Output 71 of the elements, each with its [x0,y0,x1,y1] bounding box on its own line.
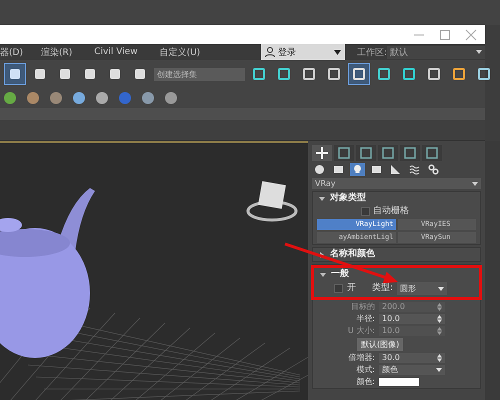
viewcube-drawing [246,181,298,222]
caret-icon [438,286,444,290]
param-label: 颜色: [355,377,375,387]
workspace-dropdown[interactable]: 默认 [387,46,485,58]
toolbar-icon[interactable] [348,63,370,85]
type-label: 类型: [372,283,394,294]
category-icon [409,164,420,175]
menu-item[interactable]: 自定义(U) [160,46,200,58]
menu-item[interactable]: 器(D) [0,46,23,58]
caret-icon [436,368,442,372]
category-tab[interactable] [331,163,346,176]
toolbar-icon[interactable] [26,91,40,105]
expand-icon[interactable] [320,272,326,278]
login-field[interactable]: 登录 [260,44,345,60]
toolbar-icon[interactable] [49,91,63,105]
checkbox[interactable] [361,207,370,216]
toolbar-icon[interactable] [141,91,155,105]
param-label: 模式: [355,365,375,375]
panel-tab[interactable] [400,145,420,161]
viewport[interactable] [0,141,308,400]
checkbox-label: 开 [347,283,356,294]
panel-tab[interactable] [378,145,398,161]
toolbar-icon[interactable] [3,91,17,105]
category-tab[interactable] [350,163,365,176]
category-tab[interactable] [369,163,384,176]
menu-item[interactable]: Civil View [94,47,138,57]
category-tab[interactable] [388,163,403,176]
selection-set-field[interactable]: 创建选择集 [154,68,245,80]
param-label: 半径: [355,314,375,324]
panel-tab[interactable] [356,145,376,161]
category-icon [352,164,363,175]
rollout-title[interactable]: 对象类型 [330,193,366,204]
checkbox-label: 自动栅格 [373,206,409,217]
mode-dropdown[interactable]: 颜色 [379,365,445,375]
type-dropdown[interactable]: 圆形 [397,282,448,295]
expand-icon[interactable] [319,196,325,202]
param-label: U 大小: [346,326,375,336]
rollout-title[interactable]: 名称和颜色 [330,249,375,260]
param-label: 目标的 [350,302,375,312]
rollout-title[interactable]: 一般 [331,269,349,280]
caret-icon [472,182,478,186]
category-icon [390,164,401,175]
color-swatch[interactable] [379,378,419,386]
category-tab[interactable] [426,163,441,176]
toolbar-icon[interactable] [72,91,86,105]
category-icon [371,164,382,175]
spinner-field[interactable]: 30.0 [379,353,445,363]
menu-item[interactable]: 渲染(R) [40,46,72,58]
category-icon [428,164,439,175]
param-label: 倍增器: [347,353,375,363]
toolbar-icon[interactable] [4,63,26,85]
checkbox[interactable] [334,284,343,293]
expand-icon[interactable] [319,252,325,258]
spinner-arrows-icon[interactable] [437,315,442,323]
category-icon [333,164,344,175]
caret-icon [476,50,482,54]
workspace-label: 工作区: [356,46,387,58]
category-tab[interactable] [407,163,422,176]
category-icon [314,164,325,175]
category-tab[interactable] [312,163,327,176]
panel-tab[interactable] [334,145,354,161]
panel-tab[interactable] [422,145,442,161]
toolbar-icon[interactable] [164,91,178,105]
user-icon [264,47,275,57]
category-dropdown[interactable]: VRay [312,178,481,189]
caret-icon [334,50,341,54]
default-button[interactable]: 默认(图像) [357,338,404,351]
toolbar-icon[interactable] [95,91,109,105]
spinner-arrows-icon[interactable] [437,354,442,362]
panel-tab[interactable] [312,145,332,161]
spinner-field[interactable]: 10.0 [379,314,445,324]
